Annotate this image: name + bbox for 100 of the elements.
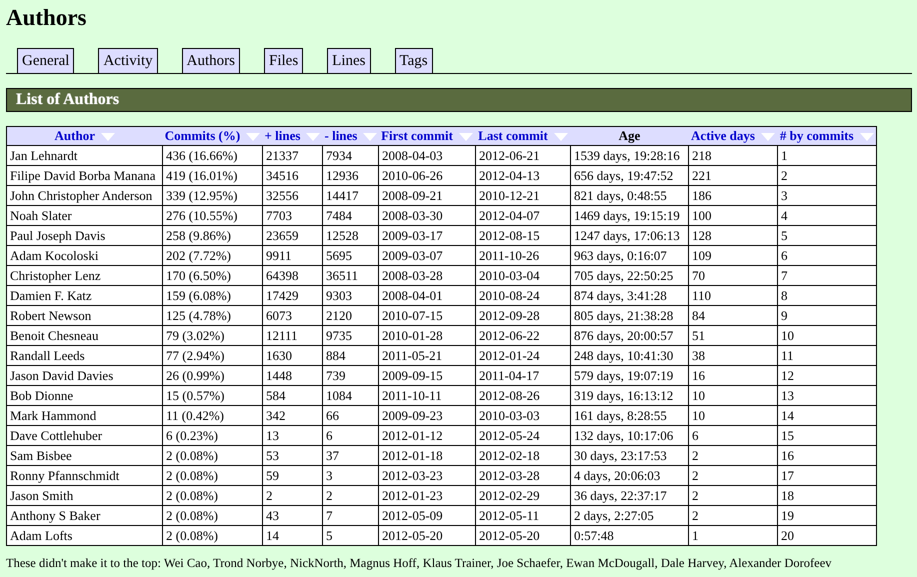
table-cell: Paul Joseph Davis <box>6 226 162 246</box>
table-cell: 100 <box>688 206 778 226</box>
table-cell: John Christopher Anderson <box>6 186 162 206</box>
table-cell: 2012-06-22 <box>476 326 570 346</box>
table-cell: 2 <box>688 486 778 506</box>
tab[interactable]: General <box>17 48 74 73</box>
table-cell: 125 (4.78%) <box>162 306 262 326</box>
table-cell: 10 <box>688 406 778 426</box>
column-header[interactable]: + lines <box>262 126 322 146</box>
table-cell: 2120 <box>322 306 378 326</box>
table-cell: 2012-09-28 <box>476 306 570 326</box>
table-cell: 2010-01-28 <box>378 326 476 346</box>
table-cell: 1469 days, 19:15:19 <box>570 206 688 226</box>
table-cell: 2012-05-11 <box>476 506 570 526</box>
table-cell: 2010-03-04 <box>476 266 570 286</box>
table-cell: 218 <box>688 146 778 166</box>
table-cell: 17 <box>778 466 876 486</box>
sort-triangle-icon <box>554 133 568 142</box>
column-header: Age <box>570 126 688 146</box>
table-cell: 2012-08-15 <box>476 226 570 246</box>
table-cell: 36511 <box>322 266 378 286</box>
table-cell: 1084 <box>322 386 378 406</box>
table-cell: 963 days, 0:16:07 <box>570 246 688 266</box>
tab[interactable]: Authors <box>182 48 240 73</box>
table-cell: 7703 <box>262 206 322 226</box>
table-cell: 2012-03-23 <box>378 466 476 486</box>
table-cell: Noah Slater <box>6 206 162 226</box>
table-cell: Robert Newson <box>6 306 162 326</box>
table-cell: 4 <box>778 206 876 226</box>
table-cell: Anthony S Baker <box>6 506 162 526</box>
table-cell: 2012-05-20 <box>378 526 476 546</box>
table-cell: 1 <box>778 146 876 166</box>
table-cell: 10 <box>688 386 778 406</box>
table-cell: 705 days, 22:50:25 <box>570 266 688 286</box>
table-cell: 51 <box>688 326 778 346</box>
table-cell: 2 <box>688 466 778 486</box>
table-cell: 70 <box>688 266 778 286</box>
tab[interactable]: Lines <box>327 48 370 73</box>
sort-triangle-icon <box>860 133 874 142</box>
table-cell: 128 <box>688 226 778 246</box>
table-cell: 186 <box>688 186 778 206</box>
table-cell: 3 <box>778 186 876 206</box>
table-cell: 2008-04-03 <box>378 146 476 166</box>
table-cell: 32556 <box>262 186 322 206</box>
table-cell: Bob Dionne <box>6 386 162 406</box>
table-cell: 10 <box>778 326 876 346</box>
column-header[interactable]: - lines <box>322 126 378 146</box>
column-header[interactable]: Commits (%) <box>162 126 262 146</box>
table-cell: 2 (0.08%) <box>162 506 262 526</box>
table-cell: Jason Smith <box>6 486 162 506</box>
tab[interactable]: Files <box>264 48 304 73</box>
table-cell: 37 <box>322 446 378 466</box>
table-cell: 30 days, 23:17:53 <box>570 446 688 466</box>
table-cell: 3 <box>322 466 378 486</box>
table-cell: 38 <box>688 346 778 366</box>
table-cell: 36 days, 22:37:17 <box>570 486 688 506</box>
table-cell: 2011-04-17 <box>476 366 570 386</box>
table-cell: 1539 days, 19:28:16 <box>570 146 688 166</box>
table-cell: Randall Leeds <box>6 346 162 366</box>
table-cell: 13 <box>778 386 876 406</box>
table-cell: 1630 <box>262 346 322 366</box>
table-cell: 2 (0.08%) <box>162 486 262 506</box>
table-cell: Filipe David Borba Manana <box>6 166 162 186</box>
column-header[interactable]: Last commit <box>476 126 570 146</box>
table-cell: 656 days, 19:47:52 <box>570 166 688 186</box>
column-header[interactable]: First commit <box>378 126 476 146</box>
table-cell: 2012-01-24 <box>476 346 570 366</box>
column-header[interactable]: Active days <box>688 126 778 146</box>
table-cell: 6 <box>322 426 378 446</box>
table-cell: Adam Kocoloski <box>6 246 162 266</box>
table-cell: 2012-05-24 <box>476 426 570 446</box>
sort-triangle-icon <box>100 133 115 142</box>
table-cell: 248 days, 10:41:30 <box>570 346 688 366</box>
table-cell: Christopher Lenz <box>6 266 162 286</box>
table-cell: 2 (0.08%) <box>162 446 262 466</box>
table-cell: 7484 <box>322 206 378 226</box>
table-cell: 43 <box>262 506 322 526</box>
table-cell: 884 <box>322 346 378 366</box>
table-cell: 11 (0.42%) <box>162 406 262 426</box>
table-cell: 6 (0.23%) <box>162 426 262 446</box>
footer-note: These didn't make it to the top: Wei Cao, Trond Norbye, NickNorth, Magnus Hoff, Klaus Trainer, Joe Schaefer, Ewan McDougall, Dale Harvey, Alexander Dorofeev <box>6 556 833 571</box>
table-cell: 2012-01-23 <box>378 486 476 506</box>
table-cell: 11 <box>778 346 876 366</box>
table-cell: 23659 <box>262 226 322 246</box>
table-cell: 2 (0.08%) <box>162 526 262 546</box>
table-cell: 5 <box>778 226 876 246</box>
table-cell: 9911 <box>262 246 322 266</box>
tab[interactable]: Activity <box>98 48 158 73</box>
sort-triangle-icon <box>363 133 378 142</box>
column-header[interactable]: # by commits <box>778 126 876 146</box>
tab[interactable]: Tags <box>394 48 433 73</box>
table-cell: 2012-04-13 <box>476 166 570 186</box>
table-cell: 59 <box>262 466 322 486</box>
table-cell: 2012-08-26 <box>476 386 570 406</box>
table-cell: 161 days, 8:28:55 <box>570 406 688 426</box>
table-cell: 2011-10-11 <box>378 386 476 406</box>
table-cell: 2012-02-29 <box>476 486 570 506</box>
column-header[interactable]: Author <box>6 126 162 146</box>
table-cell: Jan Lehnardt <box>6 146 162 166</box>
table-cell: Damien F. Katz <box>6 286 162 306</box>
